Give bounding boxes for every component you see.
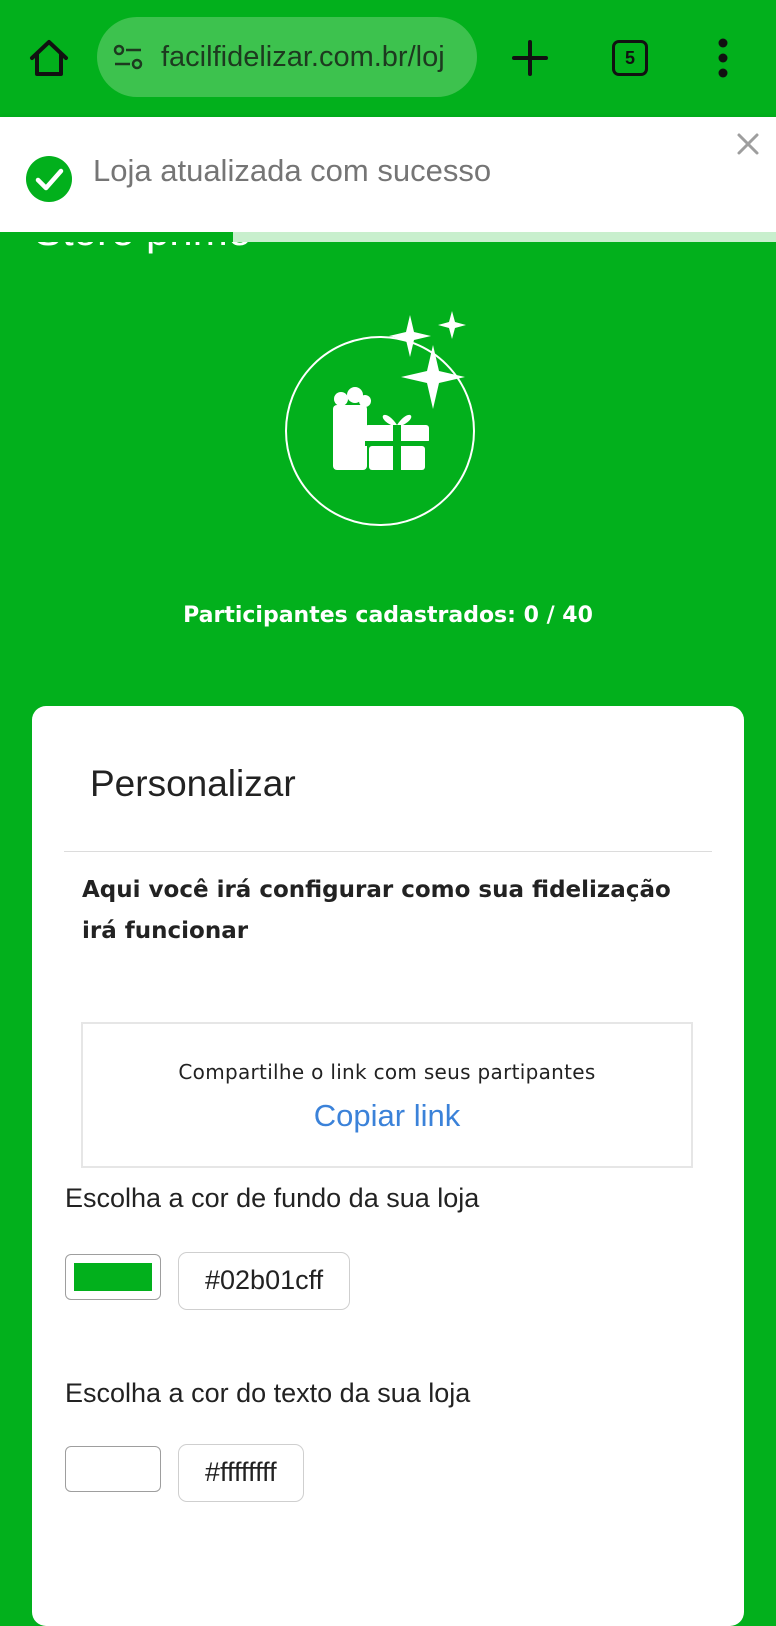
text-color-picker[interactable] — [65, 1446, 161, 1492]
check-circle-icon — [26, 156, 72, 202]
personalize-card: Personalizar Aqui você irá configurar co… — [32, 706, 744, 1626]
plus-icon[interactable] — [512, 40, 548, 76]
text-color-input[interactable]: #ffffffff — [178, 1444, 304, 1502]
bg-color-picker[interactable] — [65, 1254, 161, 1300]
site-settings-icon[interactable] — [113, 44, 143, 70]
bg-color-label: Escolha a cor de fundo da sua loja — [65, 1183, 480, 1213]
browser-toolbar: facilfidelizar.com.br/loj 5 — [0, 0, 776, 116]
share-link-box: Compartilhe o link com seus partipantes … — [81, 1022, 693, 1168]
card-title: Personalizar — [90, 763, 296, 804]
gift-sparkle-icon — [285, 311, 475, 526]
toast-message: Loja atualizada com sucesso — [93, 153, 492, 188]
divider — [64, 851, 712, 852]
share-label: Compartilhe o link com seus partipantes — [178, 1060, 596, 1084]
home-icon[interactable] — [28, 38, 70, 78]
close-icon[interactable] — [736, 132, 760, 156]
address-bar[interactable]: facilfidelizar.com.br/loj — [97, 17, 477, 97]
bg-color-swatch — [74, 1263, 152, 1291]
more-vert-icon[interactable] — [716, 38, 730, 78]
url-text: facilfidelizar.com.br/loj — [161, 41, 445, 73]
tab-switcher-button[interactable]: 5 — [612, 40, 648, 76]
toast-progress-bar — [0, 232, 776, 242]
bg-color-input[interactable]: #02b01cff — [178, 1252, 351, 1310]
card-description: Aqui você irá configurar como sua fideli… — [82, 877, 671, 944]
text-color-swatch — [74, 1455, 152, 1483]
success-toast: Loja atualizada com sucesso — [0, 117, 776, 232]
copy-link-button[interactable]: Copiar link — [83, 1098, 691, 1134]
text-color-label: Escolha a cor do texto da sua loja — [65, 1378, 471, 1408]
participants-count: Participantes cadastrados: 0 / 40 — [183, 603, 593, 628]
toast-progress-fill — [0, 232, 233, 242]
